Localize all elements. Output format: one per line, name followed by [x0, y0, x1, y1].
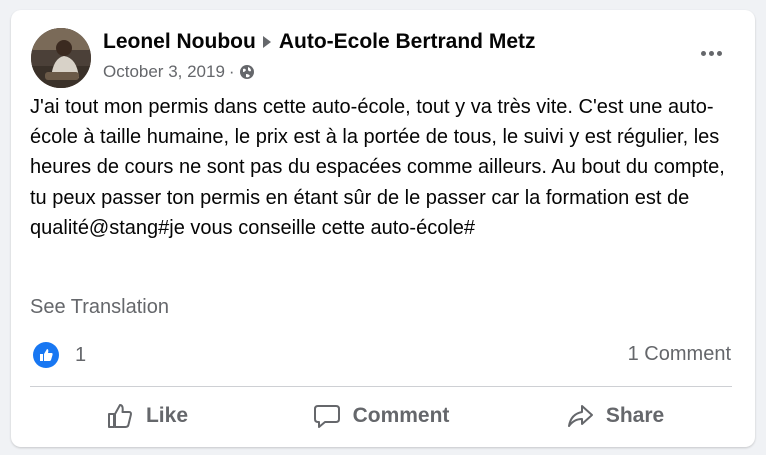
more-options-icon-dot [708, 50, 714, 56]
more-options-button[interactable] [691, 40, 731, 66]
see-translation-link[interactable]: See Translation [30, 296, 169, 319]
reactions-summary[interactable]: 1 [33, 342, 86, 368]
avatar[interactable] [31, 28, 91, 88]
share-icon [567, 405, 593, 427]
like-label: Like [145, 404, 189, 427]
comment-button[interactable]: Comment [264, 392, 498, 440]
thumbs-up-icon [107, 404, 132, 428]
target-page-name[interactable]: Auto-Ecole Bertrand Metz [279, 30, 536, 54]
share-label: Share [605, 404, 665, 427]
author-name[interactable]: Leonel Noubou [103, 30, 256, 54]
post-body: J'ai tout mon permis dans cette auto-éco… [30, 96, 725, 239]
post-date[interactable]: October 3, 2019 [103, 62, 225, 82]
caret-right-icon [262, 36, 271, 48]
comment-count-link[interactable]: 1 Comment [628, 343, 731, 366]
comment-label: Comment [352, 404, 450, 427]
post-meta: October 3, 2019 · [103, 62, 255, 82]
comment-icon [313, 405, 340, 428]
like-button[interactable]: Like [30, 392, 264, 440]
post-header-title: Leonel Noubou Auto-Ecole Bertrand Metz [103, 30, 536, 54]
more-options-icon [700, 50, 706, 56]
globe-icon[interactable] [239, 64, 255, 80]
like-reaction-icon [33, 342, 59, 368]
more-options-icon-dot [716, 50, 722, 56]
post-actions-bar: Like Comment Share [30, 392, 732, 440]
post-card: Leonel Noubou Auto-Ecole Bertrand Metz O… [11, 10, 755, 447]
actions-divider [30, 386, 732, 387]
reaction-count: 1 [75, 343, 87, 366]
share-button[interactable]: Share [498, 392, 732, 440]
meta-separator: · [228, 62, 235, 81]
